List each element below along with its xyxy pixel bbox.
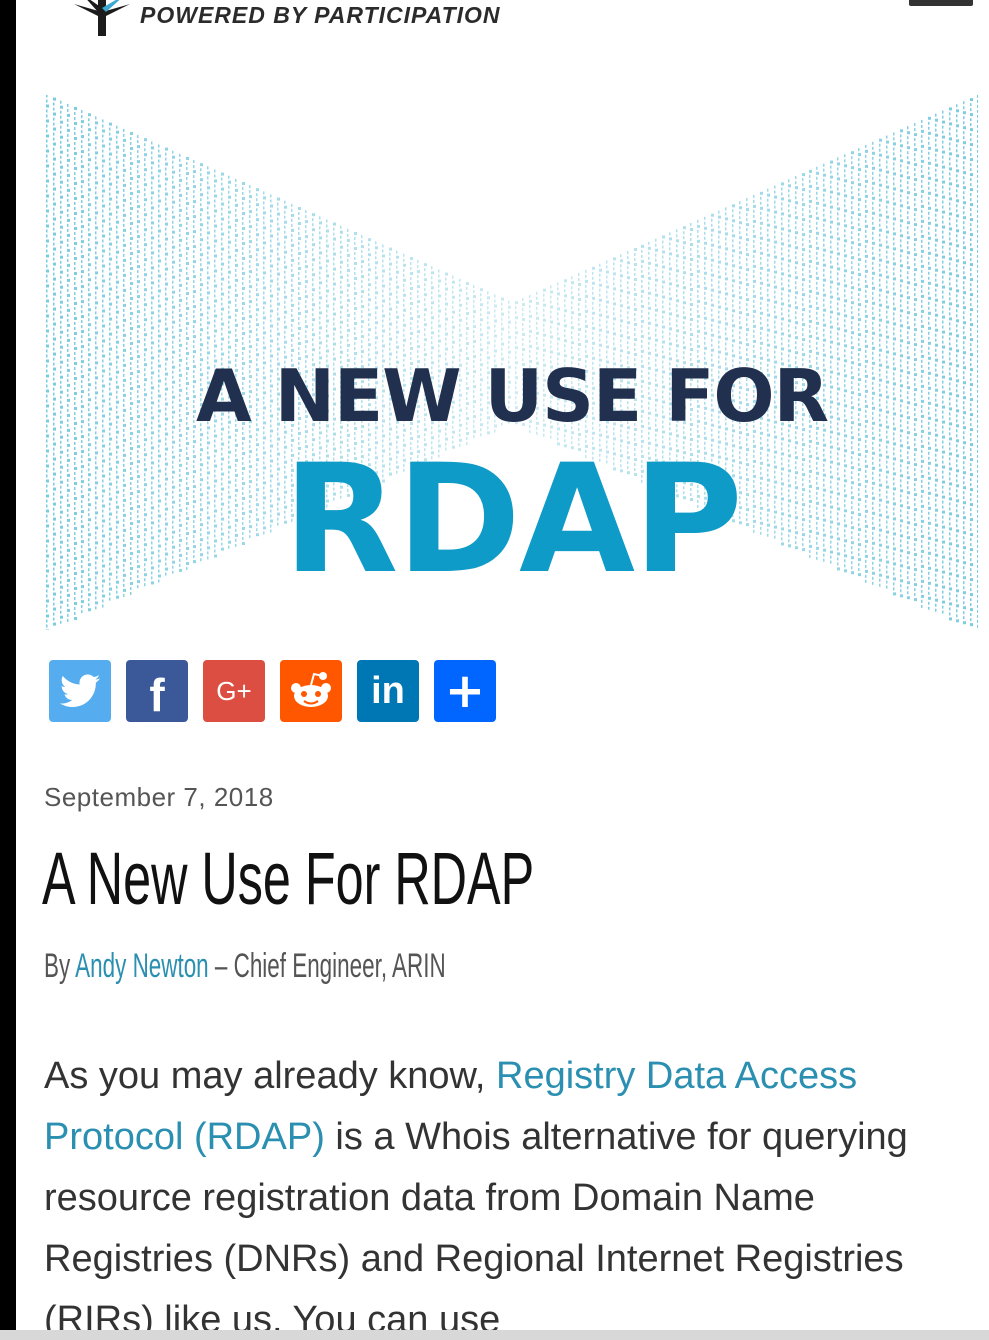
- twitter-icon: [60, 674, 100, 707]
- facebook-share-button[interactable]: f: [126, 660, 188, 722]
- google-plus-share-button[interactable]: G+: [203, 660, 265, 722]
- logo-icon[interactable]: [68, 0, 138, 40]
- reddit-share-button[interactable]: [280, 660, 342, 722]
- author-link[interactable]: Andy Newton: [75, 947, 208, 985]
- post-byline: By Andy Newton – Chief Engineer, ARIN: [44, 947, 446, 986]
- linkedin-share-button[interactable]: in: [357, 660, 419, 722]
- post-body: As you may already know, Registry Data A…: [44, 1046, 984, 1340]
- byline-prefix: By: [44, 947, 76, 985]
- linkedin-icon: in: [371, 669, 405, 712]
- post-title: A New Use For RDAP: [42, 837, 535, 920]
- hero-image: A NEW USE FOR RDAP: [46, 95, 978, 630]
- bottom-scroll-area: [0, 1330, 989, 1340]
- post-date: September 7, 2018: [44, 782, 274, 812]
- reddit-icon: [291, 672, 331, 707]
- more-share-button[interactable]: +: [434, 660, 496, 722]
- author-title: – Chief Engineer, ARIN: [208, 947, 446, 985]
- google-plus-icon: G+: [216, 675, 252, 706]
- hero-headline: A NEW USE FOR: [195, 354, 829, 438]
- share-bar: f G+ in +: [49, 660, 496, 722]
- site-tagline: POWERED BY PARTICIPATION: [140, 2, 501, 28]
- menu-icon[interactable]: [909, 0, 973, 6]
- body-intro: As you may already know,: [44, 1055, 496, 1097]
- page: POWERED BY PARTICIPATION A NEW USE FOR R…: [16, 0, 989, 1340]
- plus-icon: +: [444, 663, 486, 719]
- twitter-share-button[interactable]: [49, 660, 111, 722]
- facebook-icon: f: [149, 669, 165, 721]
- site-header: POWERED BY PARTICIPATION: [16, 0, 989, 50]
- hero-acronym: RDAP: [282, 433, 743, 607]
